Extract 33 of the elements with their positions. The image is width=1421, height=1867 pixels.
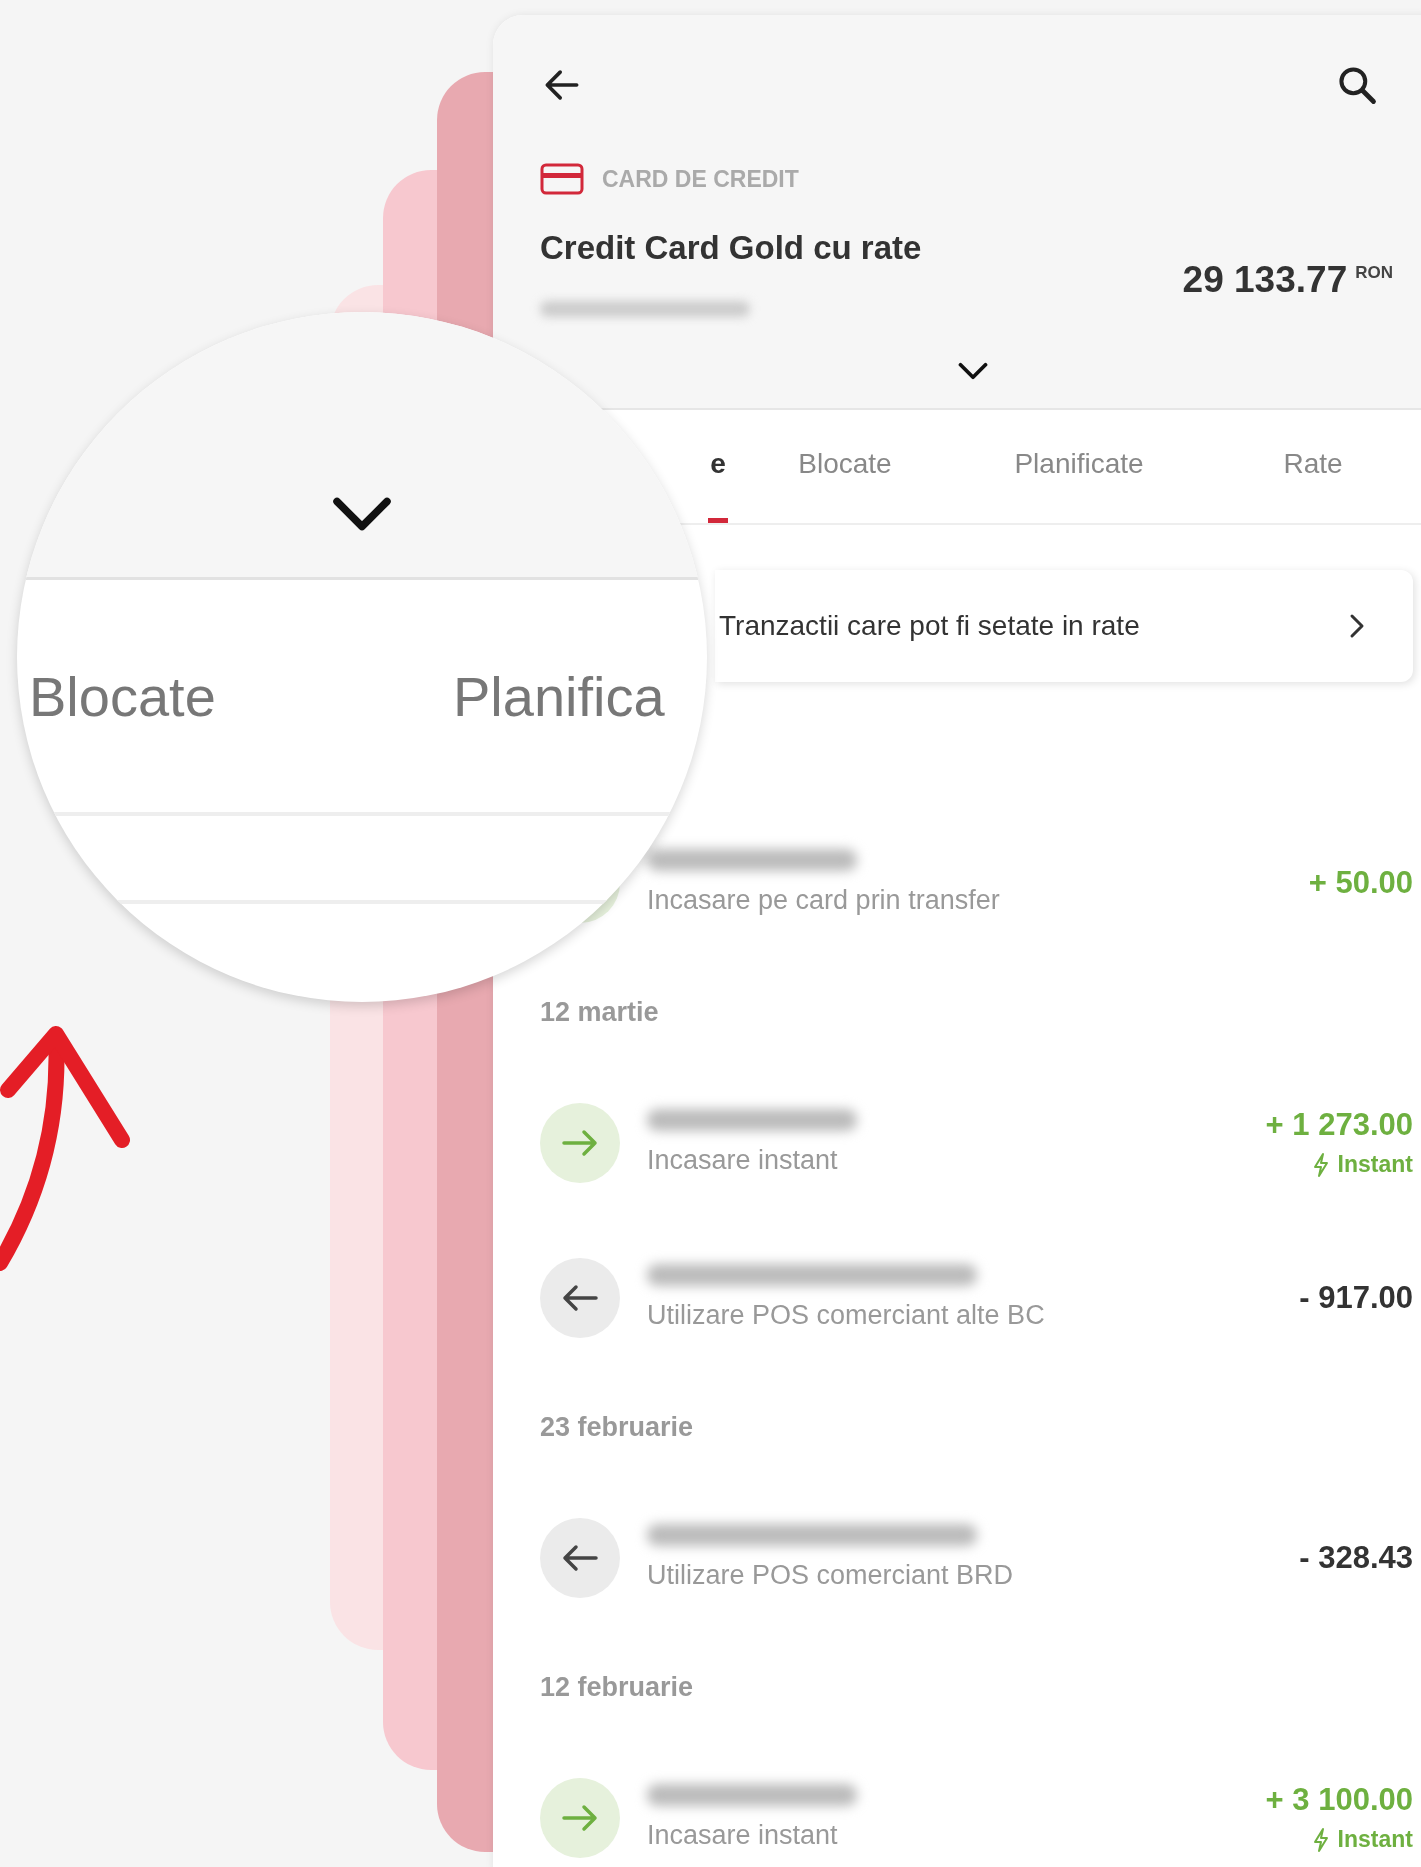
balance-amount: 29 133.77: [1182, 259, 1348, 301]
magnified-chevron-icon[interactable]: [332, 496, 392, 532]
lightning-icon: [1311, 1151, 1330, 1178]
banner-text: Tranzactii care pot fi setate in rate: [719, 610, 1140, 642]
transaction-amount: + 1 273.00: [1265, 1107, 1413, 1143]
chevron-right-icon: [1349, 613, 1365, 639]
transaction-amount: + 3 100.00: [1265, 1782, 1413, 1818]
tab[interactable]: Planificate: [962, 410, 1196, 523]
lightning-icon: [1311, 1826, 1330, 1853]
transaction-description: Utilizare POS comerciant alte BC: [647, 1300, 1046, 1331]
date-heading: 12 martie: [540, 996, 660, 1029]
instant-label: Instant: [1337, 1151, 1413, 1178]
magnified-tab-label: Planifica: [453, 664, 665, 729]
transaction-amount: - 328.43: [1299, 1539, 1413, 1576]
installments-banner[interactable]: Tranzactii care pot fi setate in rate: [715, 570, 1413, 682]
credit-card-icon: [540, 163, 584, 195]
currency-label: RON: [1355, 263, 1393, 283]
transaction-description: Incasare pe card prin transfer: [647, 885, 1001, 916]
transaction-description: Utilizare POS comerciant BRD: [647, 1560, 1015, 1591]
account-title: Credit Card Gold cu rate: [540, 229, 922, 267]
transaction-description: Incasare instant: [647, 1820, 839, 1851]
transaction-amount: + 50.00: [1308, 864, 1413, 901]
instant-label: Instant: [1337, 1826, 1413, 1853]
transaction-description: Incasare instant: [647, 1145, 839, 1176]
account-category: CARD DE CREDIT: [602, 165, 799, 193]
date-heading: 23 februarie: [540, 1411, 695, 1444]
tab[interactable]: e: [708, 410, 728, 523]
magnified-tab-label: Blocate: [29, 664, 216, 729]
tab[interactable]: Blocate: [728, 410, 962, 523]
date-heading: 12 februarie: [540, 1671, 695, 1704]
transaction-amount: - 917.00: [1299, 1279, 1413, 1316]
tab[interactable]: Rate: [1196, 410, 1421, 523]
expand-chevron-icon[interactable]: [958, 362, 988, 380]
